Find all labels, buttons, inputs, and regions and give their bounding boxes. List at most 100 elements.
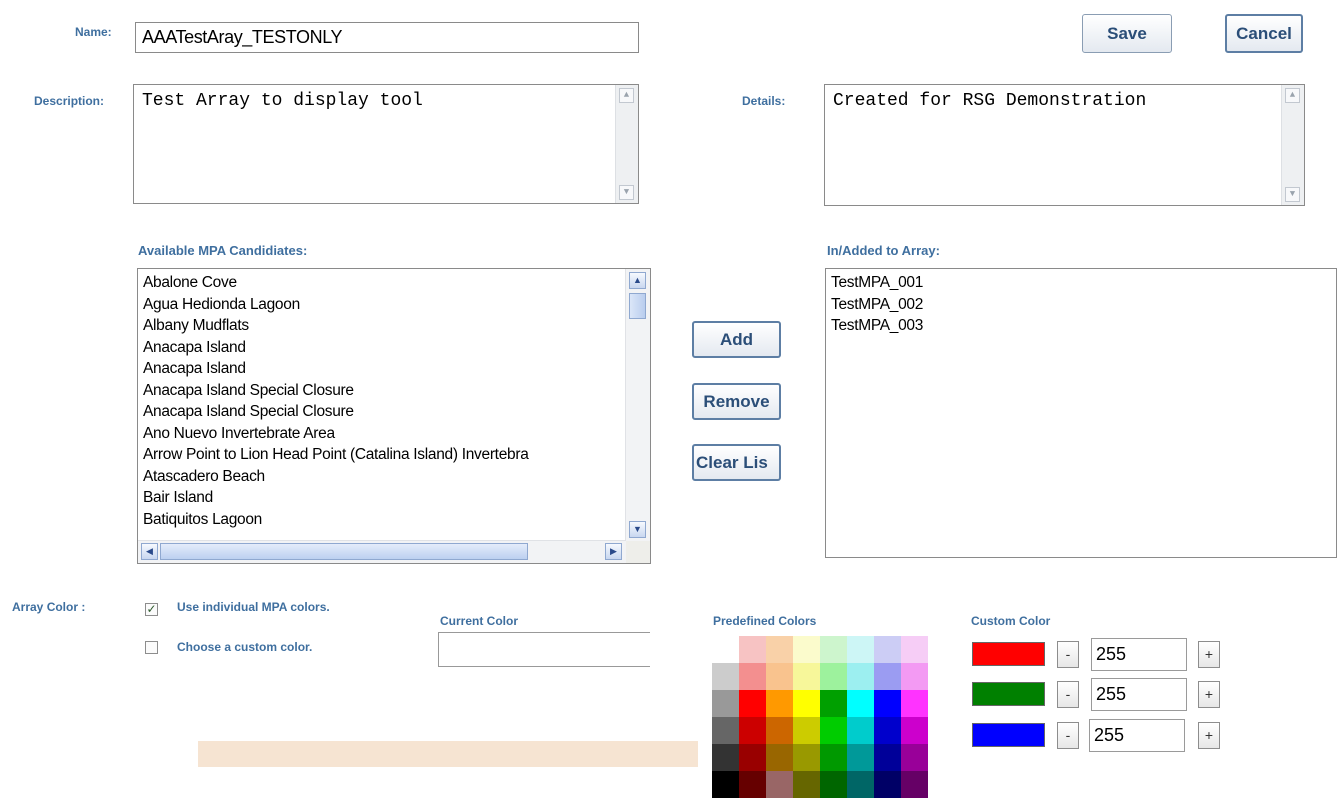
green-increment-button[interactable]: + xyxy=(1198,681,1220,708)
color-swatch[interactable] xyxy=(739,636,766,663)
scroll-down-icon[interactable]: ▼ xyxy=(629,521,646,538)
color-swatch[interactable] xyxy=(793,717,820,744)
color-swatch[interactable] xyxy=(874,771,901,798)
added-to-array-list[interactable]: TestMPA_001 TestMPA_002 TestMPA_003 xyxy=(825,268,1337,558)
color-swatch[interactable] xyxy=(820,717,847,744)
list-item[interactable]: Anacapa Island Special Closure xyxy=(138,401,625,423)
color-swatch[interactable] xyxy=(901,771,928,798)
color-swatch[interactable] xyxy=(847,771,874,798)
use-individual-colors-checkbox[interactable]: ✓ xyxy=(145,603,158,616)
color-swatch[interactable] xyxy=(847,717,874,744)
color-swatch[interactable] xyxy=(847,636,874,663)
list-item[interactable]: Bair Island xyxy=(138,487,625,509)
color-swatch[interactable] xyxy=(793,744,820,771)
remove-button[interactable]: Remove xyxy=(692,383,781,420)
color-swatch[interactable] xyxy=(793,771,820,798)
list-item[interactable]: Anacapa Island Special Closure xyxy=(138,380,625,402)
scroll-thumb[interactable] xyxy=(629,293,646,319)
color-swatch[interactable] xyxy=(712,771,739,798)
list-item[interactable]: Anacapa Island xyxy=(138,337,625,359)
blue-value-input[interactable]: 255 xyxy=(1089,719,1185,752)
color-swatch[interactable] xyxy=(739,663,766,690)
color-swatch[interactable] xyxy=(793,663,820,690)
color-swatch[interactable] xyxy=(874,636,901,663)
color-swatch[interactable] xyxy=(874,717,901,744)
list-item[interactable]: TestMPA_002 xyxy=(826,294,923,316)
blue-decrement-button[interactable]: - xyxy=(1057,722,1079,749)
color-swatch[interactable] xyxy=(901,744,928,771)
color-swatch[interactable] xyxy=(766,717,793,744)
list-item[interactable]: Atascadero Beach xyxy=(138,466,625,488)
save-button[interactable]: Save xyxy=(1082,14,1172,53)
color-swatch[interactable] xyxy=(901,663,928,690)
list-item[interactable]: Ano Nuevo Invertebrate Area xyxy=(138,423,625,445)
available-list-hscroll[interactable]: ◀ ▶ xyxy=(138,540,626,563)
color-swatch[interactable] xyxy=(901,717,928,744)
color-swatch[interactable] xyxy=(874,663,901,690)
green-decrement-button[interactable]: - xyxy=(1057,681,1079,708)
description-textarea[interactable]: Test Array to display tool ▲ ▼ xyxy=(133,84,639,204)
color-swatch[interactable] xyxy=(766,690,793,717)
scroll-down-icon[interactable]: ▼ xyxy=(1285,187,1300,202)
blue-increment-button[interactable]: + xyxy=(1198,722,1220,749)
color-swatch[interactable] xyxy=(820,744,847,771)
color-swatch[interactable] xyxy=(901,636,928,663)
details-textarea[interactable]: Created for RSG Demonstration ▲ ▼ xyxy=(824,84,1305,206)
color-swatch[interactable] xyxy=(901,690,928,717)
scroll-left-icon[interactable]: ◀ xyxy=(141,543,158,560)
color-swatch[interactable] xyxy=(847,744,874,771)
color-swatch[interactable] xyxy=(712,690,739,717)
color-swatch[interactable] xyxy=(820,663,847,690)
list-item[interactable]: TestMPA_001 xyxy=(826,272,923,294)
custom-color-checkbox[interactable] xyxy=(145,641,158,654)
color-swatch[interactable] xyxy=(739,744,766,771)
color-swatch[interactable] xyxy=(712,744,739,771)
added-list-label: In/Added to Array: xyxy=(827,243,940,258)
color-swatch[interactable] xyxy=(820,690,847,717)
clear-list-button[interactable]: Clear Lis xyxy=(692,444,781,481)
color-swatch[interactable] xyxy=(847,690,874,717)
list-item[interactable]: Batiquitos Lagoon xyxy=(138,509,625,531)
description-scrollbar[interactable]: ▲ ▼ xyxy=(615,85,638,203)
color-swatch[interactable] xyxy=(766,636,793,663)
color-swatch[interactable] xyxy=(766,663,793,690)
scroll-up-icon[interactable]: ▲ xyxy=(629,272,646,289)
red-increment-button[interactable]: + xyxy=(1198,641,1220,668)
details-scrollbar[interactable]: ▲ ▼ xyxy=(1281,85,1304,205)
color-swatch[interactable] xyxy=(847,663,874,690)
list-item[interactable]: Agua Hedionda Lagoon xyxy=(138,294,625,316)
cancel-button[interactable]: Cancel xyxy=(1225,14,1303,53)
red-decrement-button[interactable]: - xyxy=(1057,641,1079,668)
color-swatch[interactable] xyxy=(739,690,766,717)
list-item[interactable]: Albany Mudflats xyxy=(138,315,625,337)
color-swatch[interactable] xyxy=(766,744,793,771)
name-input[interactable]: AAATestAray_TESTONLY xyxy=(135,22,639,53)
scroll-thumb[interactable] xyxy=(160,543,528,560)
color-swatch[interactable] xyxy=(874,744,901,771)
scroll-up-icon[interactable]: ▲ xyxy=(619,88,634,103)
scroll-up-icon[interactable]: ▲ xyxy=(1285,88,1300,103)
scroll-right-icon[interactable]: ▶ xyxy=(605,543,622,560)
color-swatch[interactable] xyxy=(820,771,847,798)
list-item[interactable]: Anacapa Island xyxy=(138,358,625,380)
color-swatch[interactable] xyxy=(793,690,820,717)
available-mpa-list[interactable]: Abalone Cove Agua Hedionda Lagoon Albany M… xyxy=(137,268,651,564)
green-value-input[interactable]: 255 xyxy=(1091,678,1187,711)
list-item[interactable]: Arrow Point to Lion Head Point (Catalina… xyxy=(138,444,625,466)
color-swatch[interactable] xyxy=(766,771,793,798)
scroll-down-icon[interactable]: ▼ xyxy=(619,185,634,200)
color-swatch[interactable] xyxy=(820,636,847,663)
color-swatch[interactable] xyxy=(793,636,820,663)
color-swatch[interactable] xyxy=(739,717,766,744)
color-swatch[interactable] xyxy=(712,717,739,744)
list-item[interactable]: Abalone Cove xyxy=(138,272,625,294)
red-value-input[interactable]: 255 xyxy=(1091,638,1187,671)
color-swatch[interactable] xyxy=(712,663,739,690)
predefined-color-palette[interactable] xyxy=(712,636,928,798)
available-list-vscroll[interactable]: ▲ ▼ xyxy=(625,269,650,541)
list-item[interactable]: TestMPA_003 xyxy=(826,315,923,337)
color-swatch[interactable] xyxy=(712,636,739,663)
color-swatch[interactable] xyxy=(874,690,901,717)
add-button[interactable]: Add xyxy=(692,321,781,358)
color-swatch[interactable] xyxy=(739,771,766,798)
